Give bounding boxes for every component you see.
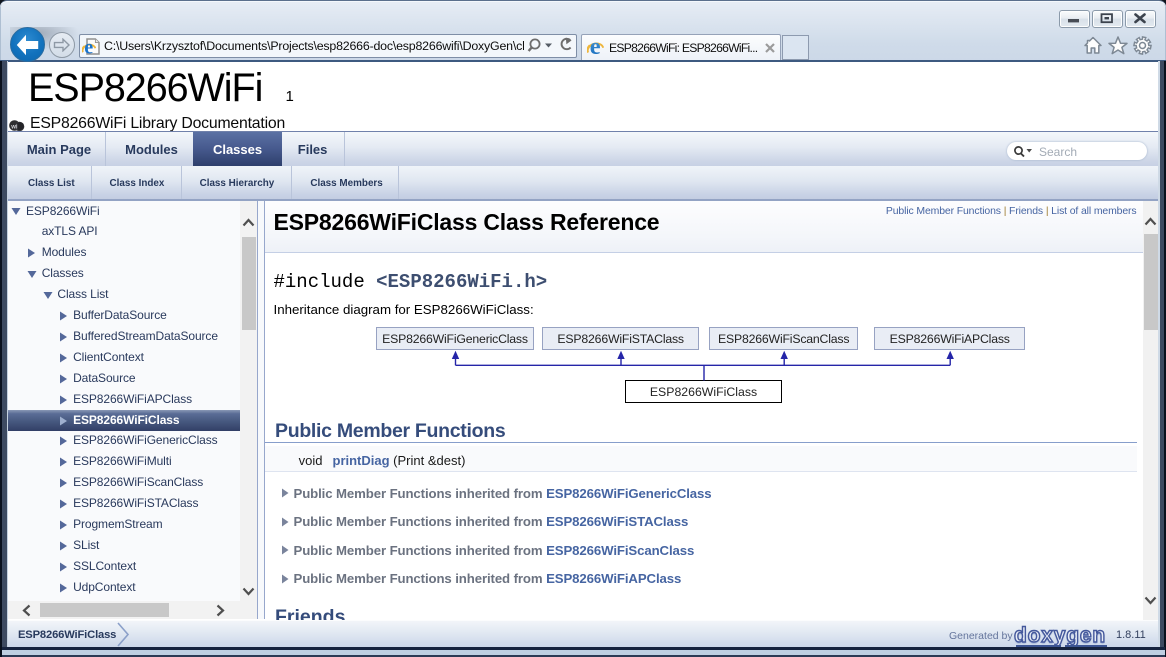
- svg-text:e: e: [590, 39, 601, 56]
- svg-text:e: e: [84, 41, 93, 55]
